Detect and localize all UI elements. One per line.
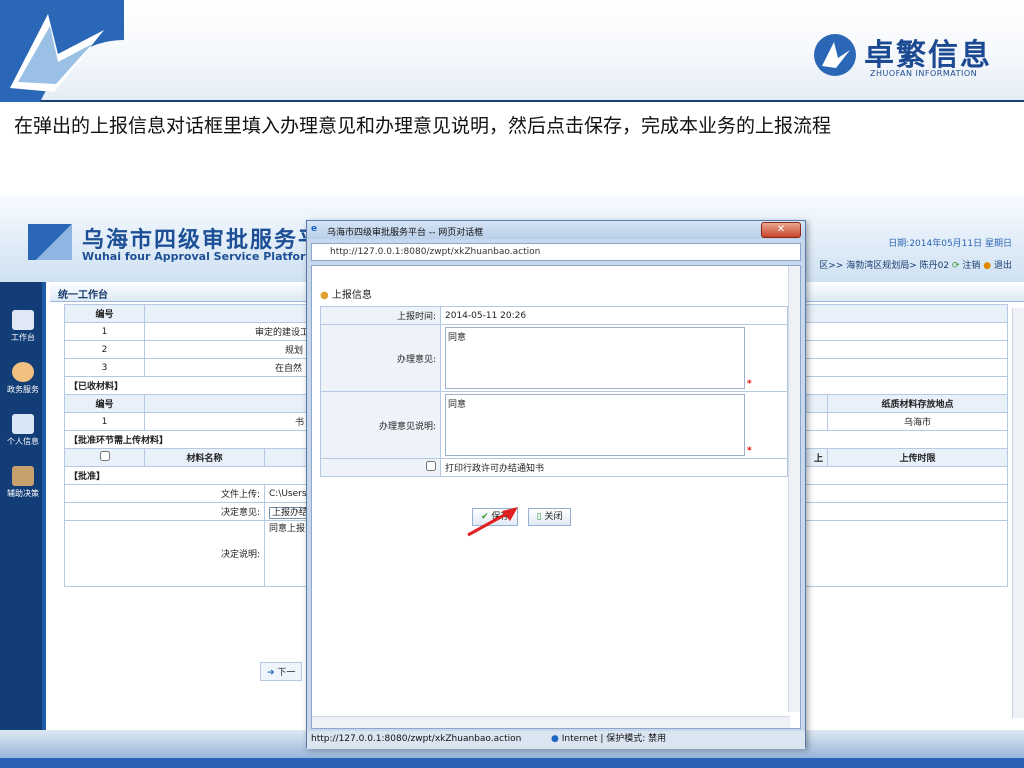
print-notice-checkbox[interactable] <box>426 461 436 471</box>
opinion-textarea[interactable]: 同意 <box>445 327 745 389</box>
app-user-bar: 区>> 海勃湾区规划局> 陈丹02 ⟳ 注销 ● 退出 <box>819 258 1012 271</box>
company-logo: 卓繁信息 ZHUOFAN INFORMATION <box>812 28 1012 84</box>
sidebar-item-services[interactable]: 政务服务 <box>0 362 46 395</box>
sidebar-item-label: 工作台 <box>11 333 35 342</box>
gavel-icon <box>12 466 34 486</box>
dialog-vertical-scrollbar[interactable] <box>788 266 800 712</box>
sidebar-item-profile[interactable]: 个人信息 <box>0 414 46 447</box>
report-time-value: 2014-05-11 20:26 <box>440 306 788 325</box>
dialog-titlebar: e 乌海市四级审批服务平台 -- 网页对话框 ✕ <box>307 221 805 239</box>
user-breadcrumb: 区>> 海勃湾区规划局> 陈丹02 <box>819 261 950 271</box>
globe-icon: ● <box>551 734 559 744</box>
status-url: http://127.0.0.1:8080/zwpt/xkZhuanbao.ac… <box>311 734 522 744</box>
close-button[interactable]: ▯ 关闭 <box>527 508 572 526</box>
slide-bottom-bar <box>0 758 1024 768</box>
security-zone: Internet | 保护模式: 禁用 <box>561 734 667 744</box>
pointer-arrow-icon <box>467 507 518 537</box>
company-logo-text: 卓繁信息 <box>864 38 992 73</box>
slide-header: 卓繁信息 ZHUOFAN INFORMATION <box>0 0 1024 102</box>
opinion-note-textarea[interactable]: 同意 <box>445 394 745 456</box>
sidebar-item-decision[interactable]: 辅助决策 <box>0 466 46 499</box>
company-logo-icon <box>814 34 856 76</box>
instruction-text: 在弹出的上报信息对话框里填入办理意见和办理意见说明，然后点击保存，完成本业务的上… <box>14 115 832 137</box>
exit-link[interactable]: 退出 <box>994 261 1012 271</box>
id-card-icon <box>12 414 34 434</box>
app-logo-icon <box>28 224 72 260</box>
form-row: 办理意见: 同意 * <box>320 324 788 392</box>
main-scrollbar[interactable] <box>1012 308 1024 718</box>
dialog-horizontal-scrollbar[interactable] <box>312 716 790 728</box>
dialog-close-button[interactable]: ✕ <box>761 222 801 238</box>
person-icon <box>12 362 34 382</box>
select-all-checkbox[interactable] <box>99 451 110 461</box>
report-dialog: e 乌海市四级审批服务平台 -- 网页对话框 ✕ http://127.0.0.… <box>306 220 806 749</box>
ie-icon: e <box>311 224 318 234</box>
form-row: 上报时间: 2014-05-11 20:26 <box>320 306 788 325</box>
company-logo-subtext: ZHUOFAN INFORMATION <box>870 69 978 78</box>
exit-icon: ● <box>983 261 992 271</box>
logout-link[interactable]: 注销 <box>962 261 980 271</box>
app-title-en: Wuhai four Approval Service Platform <box>82 250 317 263</box>
dialog-address-bar: http://127.0.0.1:8080/zwpt/xkZhuanbao.ac… <box>311 243 801 261</box>
sidebar-item-label: 辅助决策 <box>7 489 39 498</box>
form-row: 打印行政许可办结通知书 <box>320 458 788 477</box>
app-sidebar: 工作台 政务服务 个人信息 辅助决策 <box>0 282 46 758</box>
print-notice-label: 打印行政许可办结通知书 <box>440 458 788 477</box>
report-form: 上报时间: 2014-05-11 20:26 办理意见: 同意 * 办理意见说明:… <box>320 306 788 477</box>
close-icon: ✕ <box>776 224 786 235</box>
sidebar-item-label: 政务服务 <box>7 385 39 394</box>
form-title: ● 上报信息 <box>320 290 372 301</box>
dialog-body: ● 上报信息 上报时间: 2014-05-11 20:26 办理意见: 同意 * … <box>311 265 801 729</box>
sidebar-item-workbench[interactable]: 工作台 <box>0 310 46 343</box>
dialog-title: 乌海市四级审批服务平台 -- 网页对话框 <box>327 228 484 238</box>
form-row: 办理意见说明: 同意 * <box>320 391 788 459</box>
next-step-button[interactable]: ➜ 下一 <box>260 662 303 681</box>
arrow-right-icon: ➜ <box>267 668 275 678</box>
sidebar-item-label: 个人信息 <box>7 437 39 446</box>
app-date: 日期:2014年05月11日 星期日 <box>888 239 1012 249</box>
user-icon: ● <box>320 290 329 301</box>
exit-door-icon: ▯ <box>536 512 542 522</box>
grid-icon <box>12 310 34 330</box>
dialog-statusbar: http://127.0.0.1:8080/zwpt/xkZhuanbao.ac… <box>307 731 805 749</box>
refresh-icon: ⟳ <box>951 261 960 271</box>
slide-logo-swoosh-icon <box>0 0 124 102</box>
